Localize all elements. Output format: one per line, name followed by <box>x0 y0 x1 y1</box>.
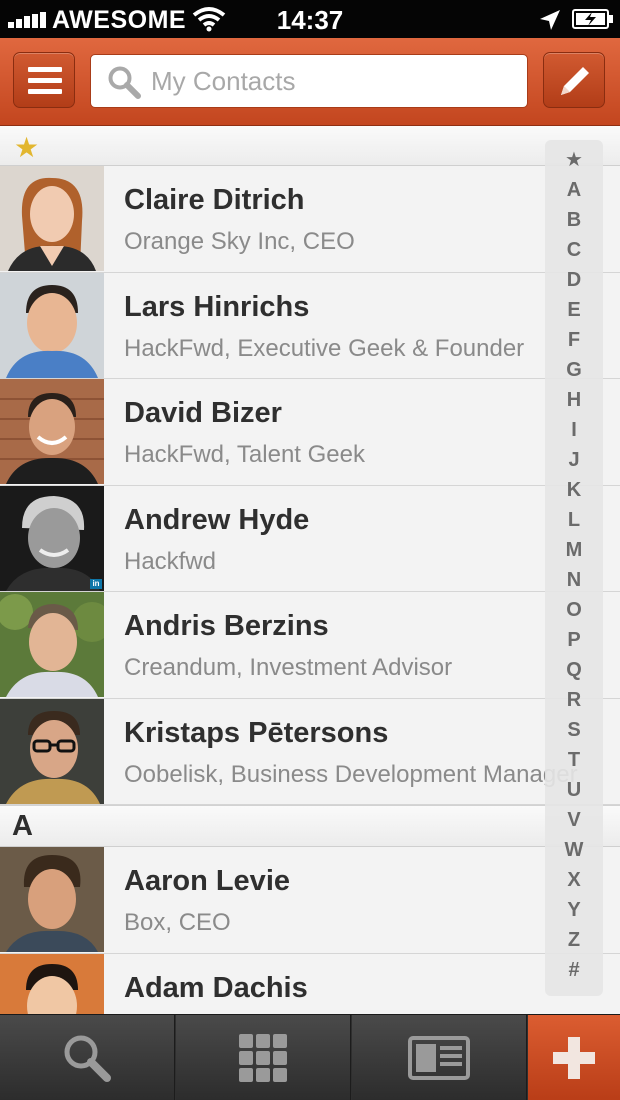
index-letter[interactable]: Y <box>545 898 603 922</box>
linkedin-icon: in <box>90 578 102 589</box>
plus-icon <box>553 1037 595 1079</box>
contact-company: Hackfwd <box>124 547 217 575</box>
index-letter[interactable]: S <box>545 718 603 742</box>
index-letter[interactable]: M <box>545 538 603 562</box>
tab-bar <box>0 1014 620 1100</box>
index-letter[interactable]: N <box>545 568 603 592</box>
contact-name: Claire Ditrich <box>124 184 305 216</box>
index-letter[interactable]: J <box>545 448 603 472</box>
contact-row[interactable]: Andris Berzins Creandum, Investment Advi… <box>0 592 620 699</box>
contact-company: Orange Sky Inc, CEO <box>124 228 355 255</box>
section-header-a: A <box>0 805 620 847</box>
contact-name: Aaron Levie <box>124 865 290 897</box>
avatar <box>0 698 104 804</box>
add-contact-button[interactable] <box>528 1015 620 1100</box>
index-letter[interactable]: C <box>545 238 603 262</box>
index-letter[interactable]: G <box>545 358 603 382</box>
contact-name: Adam Dachis <box>124 971 308 1004</box>
index-letter[interactable]: # <box>545 958 603 982</box>
tab-cards[interactable] <box>352 1015 527 1100</box>
contact-row[interactable]: Aaron Levie Box, CEO <box>0 847 620 954</box>
index-letter[interactable]: A <box>545 178 603 202</box>
index-letter[interactable]: H <box>545 388 603 412</box>
contact-row[interactable]: David Bizer HackFwd, Talent Geek <box>0 379 620 486</box>
contact-row[interactable]: Lars Hinrichs HackFwd, Executive Geek & … <box>0 272 620 379</box>
index-letter[interactable]: ★ <box>545 148 603 172</box>
menu-button[interactable] <box>13 52 75 108</box>
status-bar: AWESOME 14:37 <box>0 0 620 38</box>
search-field[interactable] <box>90 54 528 108</box>
contact-row[interactable]: Kristaps Pētersons Oobelisk, Business De… <box>0 698 620 805</box>
contact-name: Andrew Hyde <box>124 503 310 536</box>
location-arrow-icon <box>540 10 560 30</box>
contact-name: Kristaps Pētersons <box>124 716 389 749</box>
contact-company: Creandum, Investment Advisor <box>124 654 453 681</box>
avatar <box>0 272 104 378</box>
tab-keypad[interactable] <box>176 1015 351 1100</box>
index-letter[interactable]: O <box>545 598 603 622</box>
section-letter: A <box>12 810 33 842</box>
index-letter[interactable]: D <box>545 268 603 292</box>
index-letter[interactable]: Q <box>545 658 603 682</box>
battery-charging-icon <box>572 9 613 29</box>
contact-row[interactable]: Adam Dachis <box>0 953 620 1014</box>
avatar <box>0 379 104 484</box>
index-letter[interactable]: F <box>545 328 603 352</box>
contact-company: HackFwd, Talent Geek <box>124 441 365 468</box>
favorites-section-header: ★ <box>0 126 620 166</box>
index-letter[interactable]: P <box>545 628 603 652</box>
index-letter[interactable]: U <box>545 778 603 802</box>
index-letter[interactable]: W <box>545 838 603 862</box>
pencil-icon <box>561 67 589 95</box>
avatar <box>0 592 104 697</box>
keypad-icon <box>239 1034 287 1082</box>
index-letter[interactable]: X <box>545 868 603 892</box>
avatar: in <box>0 485 104 591</box>
search-input[interactable] <box>151 63 511 99</box>
index-letter[interactable]: I <box>545 418 603 442</box>
contact-name: Andris Berzins <box>124 610 329 642</box>
tab-search[interactable] <box>0 1015 175 1100</box>
index-letter[interactable]: E <box>545 298 603 322</box>
star-icon: ★ <box>14 132 40 163</box>
avatar <box>0 953 104 1014</box>
card-icon <box>408 1036 470 1080</box>
compose-button[interactable] <box>543 52 605 108</box>
contact-company: HackFwd, Executive Geek & Founder <box>124 334 525 362</box>
index-letter[interactable]: R <box>545 688 603 712</box>
contact-list[interactable]: ★ Claire Ditrich Orange Sky Inc, CEO Lar… <box>0 126 620 1014</box>
search-icon <box>64 1035 111 1082</box>
index-letter[interactable]: L <box>545 508 603 532</box>
avatar <box>0 166 104 271</box>
contact-row[interactable]: in Andrew Hyde Hackfwd <box>0 485 620 592</box>
contact-name: David Bizer <box>124 397 282 429</box>
contact-row[interactable]: Claire Ditrich Orange Sky Inc, CEO <box>0 166 620 273</box>
alphabet-index[interactable]: ★ A B C D E F G H I J K L M N O P Q R S T U V W X Y Z # <box>545 140 603 996</box>
navigation-bar <box>0 38 620 126</box>
index-letter[interactable]: T <box>545 748 603 772</box>
index-letter[interactable]: Z <box>545 928 603 952</box>
contact-company: Oobelisk, Business Development Manager <box>124 760 578 788</box>
avatar <box>0 847 104 952</box>
contact-company: Box, CEO <box>124 909 231 936</box>
index-letter[interactable]: K <box>545 478 603 502</box>
search-icon <box>108 66 141 99</box>
clock: 14:37 <box>276 5 344 35</box>
index-letter[interactable]: B <box>545 208 603 232</box>
index-letter[interactable]: V <box>545 808 603 832</box>
contact-name: Lars Hinrichs <box>124 290 310 323</box>
